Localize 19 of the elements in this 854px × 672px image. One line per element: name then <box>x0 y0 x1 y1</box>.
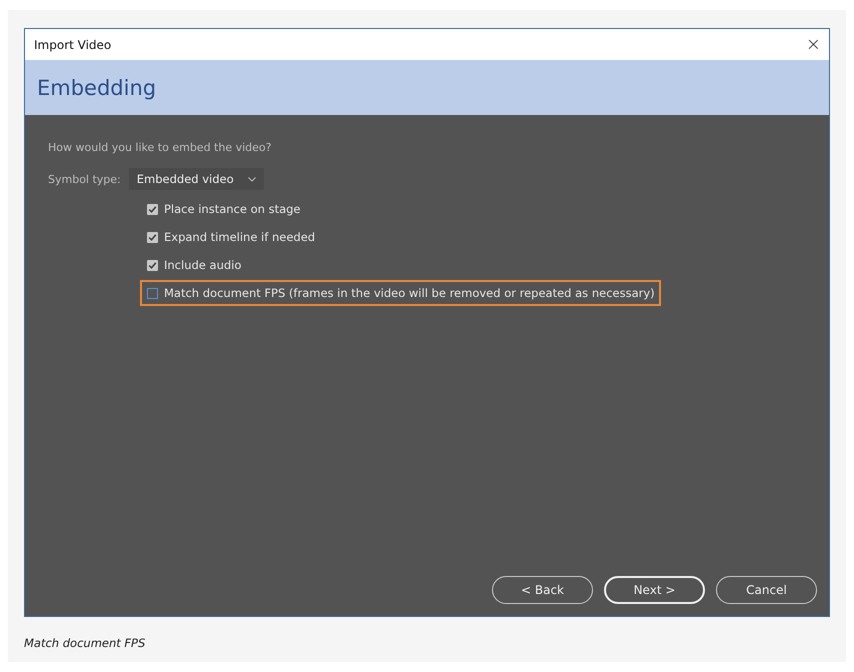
checkbox[interactable] <box>147 288 158 298</box>
checkbox-label: Include audio <box>164 258 242 272</box>
dialog-button[interactable]: < Back <box>492 576 593 604</box>
chevron-icon <box>248 176 256 182</box>
prompt-text: How would you like to embed the video? <box>48 141 272 154</box>
checkbox-label: Expand timeline if needed <box>164 230 316 244</box>
checkbox[interactable] <box>147 260 158 270</box>
checkbox-label: Place instance on stage <box>164 202 301 216</box>
dialog-button[interactable]: Cancel <box>716 576 817 604</box>
field-label: Symbol type: <box>48 172 121 186</box>
window-title: Import Video <box>34 38 112 52</box>
checkbox[interactable] <box>147 232 158 242</box>
figure-caption: Match document FPS <box>24 636 146 650</box>
checkbox[interactable] <box>147 204 158 214</box>
symbol-type-dropdown[interactable]: Embedded video <box>128 168 264 190</box>
close-button[interactable]: × <box>806 36 821 54</box>
page-heading: Embedding <box>37 76 156 100</box>
checkbox-label: Match document FPS (frames in the video will be removed or repeated as necessary) <box>164 286 655 300</box>
dialog-button[interactable]: Next > <box>604 576 705 604</box>
